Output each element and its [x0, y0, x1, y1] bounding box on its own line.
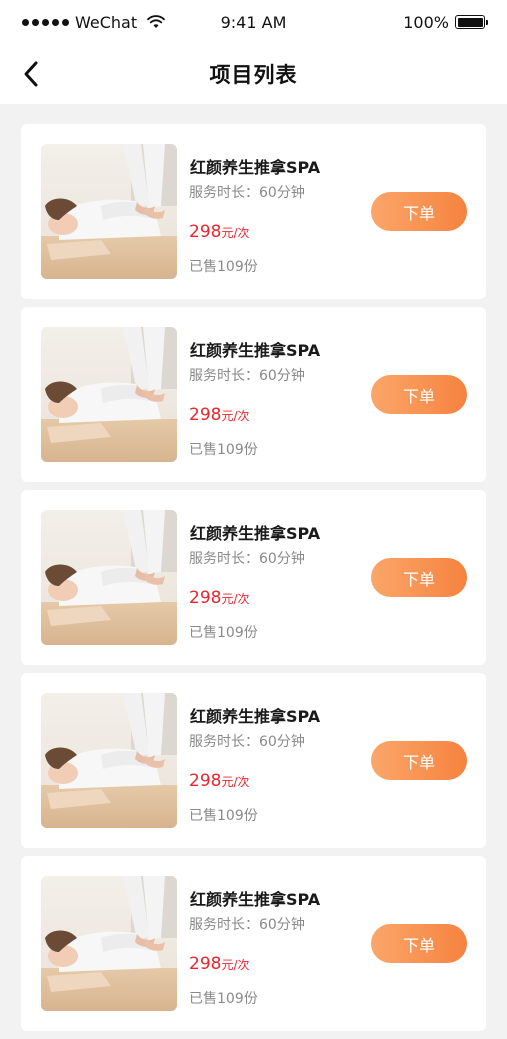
price-unit: 元/次 [221, 409, 250, 423]
service-duration: 服务时长：60分钟 [189, 368, 305, 384]
sold-count: 已售109份 [189, 991, 258, 1007]
order-button[interactable]: 下单 [371, 192, 467, 231]
order-button[interactable]: 下单 [371, 558, 467, 597]
project-card[interactable]: 红颜养生推拿SPA 服务时长：60分钟 298元/次 已售109份 下单 [21, 307, 486, 482]
sold-count: 已售109份 [189, 259, 258, 275]
price-unit: 元/次 [221, 775, 250, 789]
price-unit: 元/次 [221, 226, 250, 240]
price-unit: 元/次 [221, 592, 250, 606]
project-card[interactable]: 红颜养生推拿SPA 服务时长：60分钟 298元/次 已售109份 下单 [21, 124, 486, 299]
project-card[interactable]: 红颜养生推拿SPA 服务时长：60分钟 298元/次 已售109份 下单 [21, 673, 486, 848]
sold-count: 已售109份 [189, 808, 258, 824]
service-title: 红颜养生推拿SPA [190, 158, 321, 177]
sold-count: 已售109份 [189, 442, 258, 458]
price-value: 298 [189, 222, 222, 242]
nav-bar: 项目列表 [0, 44, 507, 104]
battery-icon [455, 15, 488, 29]
status-carrier-group: WeChat [22, 12, 166, 32]
service-duration: 服务时长：60分钟 [189, 734, 305, 750]
service-title: 红颜养生推拿SPA [190, 890, 321, 909]
project-list: 红颜养生推拿SPA 服务时长：60分钟 298元/次 已售109份 下单 红颜养… [21, 124, 486, 1039]
status-battery-group: 100% [403, 12, 488, 32]
order-button[interactable]: 下单 [371, 375, 467, 414]
service-thumbnail [41, 876, 177, 1011]
service-duration: 服务时长：60分钟 [189, 185, 305, 201]
service-price: 298元/次 [189, 954, 250, 974]
status-bar: WeChat 9:41 AM 100% [0, 0, 507, 44]
price-value: 298 [189, 771, 222, 791]
service-price: 298元/次 [189, 771, 250, 791]
service-title: 红颜养生推拿SPA [190, 341, 321, 360]
project-card[interactable]: 红颜养生推拿SPA 服务时长：60分钟 298元/次 已售109份 下单 [21, 490, 486, 665]
service-title: 红颜养生推拿SPA [190, 524, 321, 543]
price-value: 298 [189, 954, 222, 974]
massage-photo-illustration [41, 876, 177, 1011]
signal-icon [22, 18, 69, 26]
service-thumbnail [41, 327, 177, 462]
service-duration: 服务时长：60分钟 [189, 917, 305, 933]
massage-photo-illustration [41, 327, 177, 462]
service-price: 298元/次 [189, 405, 250, 425]
massage-photo-illustration [41, 144, 177, 279]
price-value: 298 [189, 588, 222, 608]
service-duration: 服务时长：60分钟 [189, 551, 305, 567]
order-button[interactable]: 下单 [371, 741, 467, 780]
massage-photo-illustration [41, 510, 177, 645]
project-card[interactable]: 红颜养生推拿SPA 服务时长：60分钟 298元/次 已售109份 下单 [21, 856, 486, 1031]
price-unit: 元/次 [221, 958, 250, 972]
carrier-label: WeChat [75, 12, 138, 32]
service-thumbnail [41, 693, 177, 828]
service-thumbnail [41, 510, 177, 645]
service-thumbnail [41, 144, 177, 279]
sold-count: 已售109份 [189, 625, 258, 641]
service-price: 298元/次 [189, 222, 250, 242]
service-price: 298元/次 [189, 588, 250, 608]
page-title: 项目列表 [209, 63, 298, 87]
order-button[interactable]: 下单 [371, 924, 467, 963]
service-title: 红颜养生推拿SPA [190, 707, 321, 726]
battery-percent: 100% [403, 12, 449, 32]
chevron-left-icon [24, 61, 38, 87]
massage-photo-illustration [41, 693, 177, 828]
price-value: 298 [189, 405, 222, 425]
wifi-icon [147, 15, 166, 28]
back-button[interactable] [14, 57, 48, 91]
